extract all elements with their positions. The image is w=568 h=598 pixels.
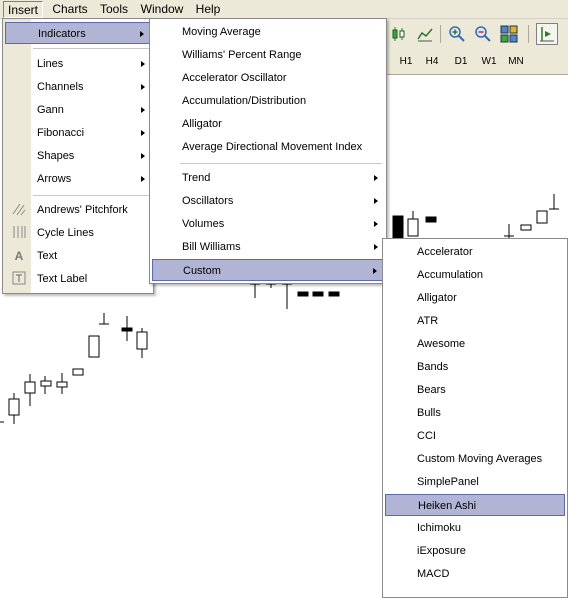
menu-item-fibonacci[interactable]: Fibonacci (5, 122, 151, 144)
menu-item-accumulation[interactable]: Accumulation (385, 264, 565, 286)
candle (121, 327, 133, 332)
submenu-arrow-icon (141, 84, 145, 90)
submenu-arrow-icon (373, 268, 377, 274)
menu-item-lines[interactable]: Lines (5, 53, 151, 75)
timeframe-w1[interactable]: W1 (477, 55, 501, 69)
candle (40, 380, 52, 387)
tile-windows-icon[interactable] (498, 23, 520, 45)
menu-item-awesome[interactable]: Awesome (385, 333, 565, 355)
timeframe-h4[interactable]: H4 (420, 55, 444, 69)
timeframe-h1[interactable]: H1 (394, 55, 418, 69)
menu-charts[interactable]: Charts (49, 1, 91, 18)
menu-tools[interactable]: Tools (96, 1, 132, 18)
toolbar-divider (440, 25, 441, 43)
menu-item-accumulation-distribution[interactable]: Accumulation/Distribution (152, 90, 384, 112)
pitchfork-icon (11, 202, 27, 218)
menu-item-text[interactable]: A Text (5, 245, 151, 267)
candle (136, 331, 148, 350)
candle (297, 291, 309, 297)
candle (56, 381, 68, 388)
timeframe-mn[interactable]: MN (504, 55, 528, 69)
submenu-arrow-icon (140, 31, 144, 37)
candle (8, 398, 20, 416)
cycle-lines-icon (11, 225, 27, 241)
submenu-arrow-icon (374, 198, 378, 204)
menu-bar: Insert Charts Tools Window Help (0, 0, 568, 19)
submenu-arrow-icon (374, 175, 378, 181)
menu-item-bill-williams[interactable]: Bill Williams (152, 236, 384, 258)
timeframe-d1[interactable]: D1 (449, 55, 473, 69)
toolbar-divider (528, 25, 529, 43)
toolbar (386, 19, 568, 49)
candle (328, 291, 340, 297)
menu-item-trend[interactable]: Trend (152, 167, 384, 189)
menu-item-alligator-custom[interactable]: Alligator (385, 287, 565, 309)
line-chart-icon[interactable] (414, 23, 436, 45)
text-label-icon (11, 271, 27, 287)
menu-item-accelerator[interactable]: Accelerator (385, 241, 565, 263)
zoom-in-icon[interactable] (446, 23, 468, 45)
candle (72, 368, 84, 376)
menu-separator (33, 48, 149, 49)
menu-separator (180, 163, 382, 164)
candlestick-chart-icon[interactable] (388, 23, 410, 45)
submenu-arrow-icon (141, 130, 145, 136)
menu-insert[interactable]: Insert (3, 1, 43, 18)
menu-item-atr[interactable]: ATR (385, 310, 565, 332)
menu-item-moving-average[interactable]: Moving Average (152, 21, 384, 43)
menu-item-williams-percent-range[interactable]: Williams' Percent Range (152, 44, 384, 66)
custom-submenu: Accelerator Accumulation Alligator ATR A… (382, 238, 568, 598)
menu-item-bulls[interactable]: Bulls (385, 402, 565, 424)
menu-item-admi[interactable]: Average Directional Movement Index (152, 136, 384, 158)
candle (520, 224, 532, 231)
menu-item-iexposure[interactable]: iExposure (385, 540, 565, 562)
submenu-arrow-icon (141, 61, 145, 67)
menu-separator (33, 195, 149, 196)
menu-item-channels[interactable]: Channels (5, 76, 151, 98)
menu-help[interactable]: Help (192, 1, 224, 18)
menu-item-heiken-ashi[interactable]: Heiken Ashi (385, 494, 565, 516)
menu-item-bears[interactable]: Bears (385, 379, 565, 401)
indicators-submenu: Moving Average Williams' Percent Range A… (149, 18, 387, 284)
candle (425, 216, 437, 223)
submenu-arrow-icon (141, 107, 145, 113)
candle (392, 215, 404, 239)
menu-item-accelerator-oscillator[interactable]: Accelerator Oscillator (152, 67, 384, 89)
menu-item-cci[interactable]: CCI (385, 425, 565, 447)
menu-item-gann[interactable]: Gann (5, 99, 151, 121)
menu-item-oscillators[interactable]: Oscillators (152, 190, 384, 212)
candle (312, 291, 324, 297)
candle (536, 210, 548, 224)
menu-item-custom[interactable]: Custom (152, 259, 384, 281)
menu-item-shapes[interactable]: Shapes (5, 145, 151, 167)
submenu-arrow-icon (374, 244, 378, 250)
submenu-arrow-icon (141, 153, 145, 159)
timeframe-bar: H1 H4 D1 W1 MN (386, 49, 568, 75)
menu-item-volumes[interactable]: Volumes (152, 213, 384, 235)
submenu-arrow-icon (141, 176, 145, 182)
candle (407, 218, 419, 237)
menu-item-alligator[interactable]: Alligator (152, 113, 384, 135)
candle (24, 381, 36, 394)
chart-shift-icon[interactable] (536, 23, 558, 45)
menu-item-indicators[interactable]: Indicators (5, 22, 151, 44)
menu-item-bands[interactable]: Bands (385, 356, 565, 378)
menu-window[interactable]: Window (137, 1, 187, 18)
candle (88, 335, 100, 358)
menu-item-text-label[interactable]: Text Label (5, 268, 151, 290)
text-icon: A (14, 249, 24, 263)
submenu-arrow-icon (374, 221, 378, 227)
insert-menu: Indicators Lines Channels Gann Fibonacci… (2, 18, 154, 294)
menu-item-ichimoku[interactable]: Ichimoku (385, 517, 565, 539)
menu-item-andrews-pitchfork[interactable]: Andrews' Pitchfork (5, 199, 151, 221)
menu-item-arrows[interactable]: Arrows (5, 168, 151, 190)
menu-item-macd[interactable]: MACD (385, 563, 565, 585)
menu-item-cycle-lines[interactable]: Cycle Lines (5, 222, 151, 244)
menu-item-custom-moving-averages[interactable]: Custom Moving Averages (385, 448, 565, 470)
zoom-out-icon[interactable] (472, 23, 494, 45)
menu-item-simplepanel[interactable]: SimplePanel (385, 471, 565, 493)
